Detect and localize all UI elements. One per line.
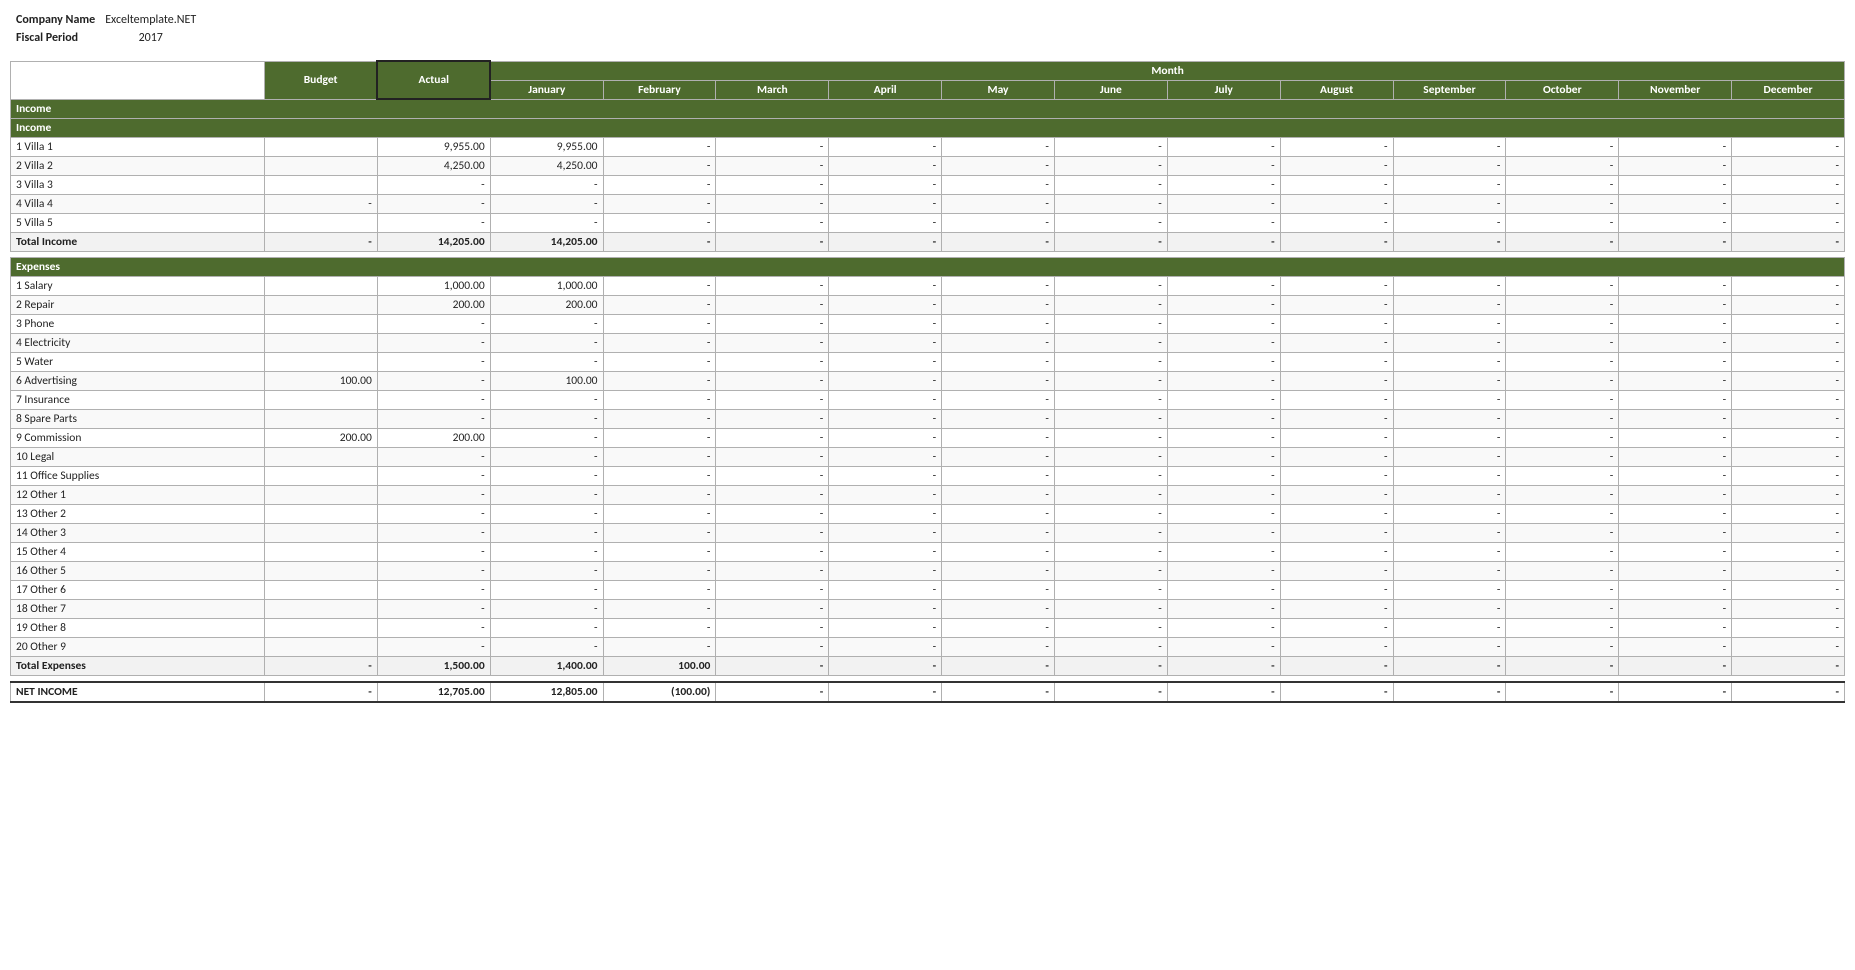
table-row: 17 Other 6------------- <box>11 581 1845 600</box>
income-section-header: Income <box>11 119 1845 138</box>
jul-header: July <box>1167 80 1280 99</box>
table-row: 1 Villa 19,955.009,955.00----------- <box>11 138 1845 157</box>
table-row: Total Expenses-1,500.001,400.00100.00---… <box>11 657 1845 676</box>
jan-header: January <box>490 80 603 99</box>
month-header: Month <box>490 61 1844 80</box>
dec-header: December <box>1732 80 1845 99</box>
table-row: 8 Spare Parts------------- <box>11 410 1845 429</box>
actual-header: Actual <box>377 61 490 99</box>
table-row: 4 Villa 4-------------- <box>11 195 1845 214</box>
table-row: 11 Office Supplies------------- <box>11 467 1845 486</box>
empty-header <box>11 61 265 99</box>
company-name-value: Exceltemplate.NET <box>101 12 200 28</box>
header-info: Company Name Exceltemplate.NET Fiscal Pe… <box>10 10 1845 48</box>
mar-header: March <box>716 80 829 99</box>
income-section-header: Income <box>11 99 1845 119</box>
fiscal-period-value: 2017 <box>101 30 200 46</box>
oct-header: October <box>1506 80 1619 99</box>
fiscal-period-label: Fiscal Period <box>12 30 99 46</box>
table-row: 5 Villa 5------------- <box>11 214 1845 233</box>
table-row: 18 Other 7------------- <box>11 600 1845 619</box>
table-row: 4 Electricity------------- <box>11 334 1845 353</box>
table-row: 3 Phone------------- <box>11 315 1845 334</box>
table-row: Total Income-14,205.0014,205.00---------… <box>11 233 1845 252</box>
table-row: 5 Water------------- <box>11 353 1845 372</box>
net-income-row: NET INCOME-12,705.0012,805.00(100.00)---… <box>11 682 1845 702</box>
table-row: 12 Other 1------------- <box>11 486 1845 505</box>
may-header: May <box>942 80 1055 99</box>
aug-header: August <box>1280 80 1393 99</box>
feb-header: February <box>603 80 716 99</box>
table-row: 13 Other 2------------- <box>11 505 1845 524</box>
table-row: 20 Other 9------------- <box>11 638 1845 657</box>
nov-header: November <box>1619 80 1732 99</box>
table-row: 15 Other 4------------- <box>11 543 1845 562</box>
table-row: 6 Advertising100.00-100.00----------- <box>11 372 1845 391</box>
table-row: 16 Other 5------------- <box>11 562 1845 581</box>
table-row: 2 Villa 24,250.004,250.00----------- <box>11 157 1845 176</box>
sep-header: September <box>1393 80 1506 99</box>
company-name-label: Company Name <box>12 12 99 28</box>
apr-header: April <box>829 80 942 99</box>
main-table: Budget Actual Month January February Mar… <box>10 60 1845 703</box>
table-row: 10 Legal------------- <box>11 448 1845 467</box>
table-row: 1 Salary1,000.001,000.00----------- <box>11 277 1845 296</box>
table-row: 9 Commission200.00200.00------------ <box>11 429 1845 448</box>
table-row: 14 Other 3------------- <box>11 524 1845 543</box>
table-row: 3 Villa 3------------- <box>11 176 1845 195</box>
table-row: 2 Repair200.00200.00----------- <box>11 296 1845 315</box>
table-row: 7 Insurance------------- <box>11 391 1845 410</box>
budget-header: Budget <box>264 61 377 99</box>
expenses-section-header: Expenses <box>11 258 1845 277</box>
table-row: 19 Other 8------------- <box>11 619 1845 638</box>
jun-header: June <box>1054 80 1167 99</box>
